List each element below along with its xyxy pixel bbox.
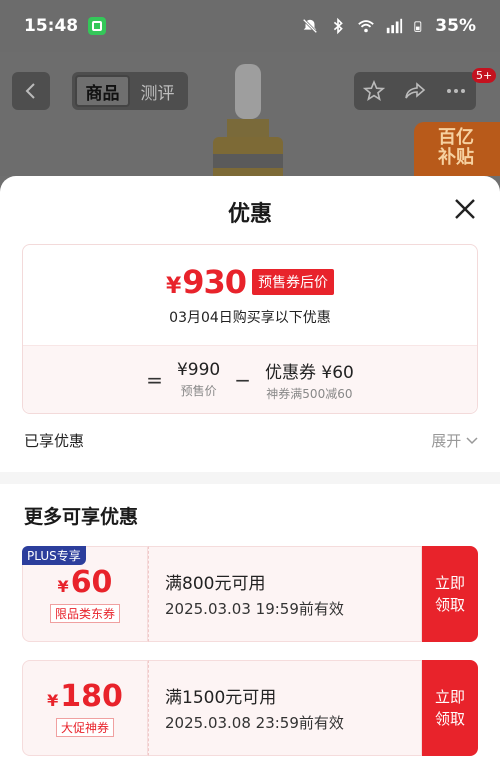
- status-bar: 15:48 35%: [0, 0, 500, 52]
- coupon-card: ¥180 大促神券 满1500元可用 2025.03.08 23:59前有效 立…: [22, 660, 478, 756]
- notification-badge: 5+: [472, 68, 497, 83]
- section-divider: [0, 472, 500, 484]
- app-notification-icon: [88, 17, 107, 35]
- wifi-icon: [358, 20, 375, 33]
- expand-button[interactable]: 展开: [431, 430, 478, 451]
- more-discounts-title: 更多可享优惠: [24, 506, 139, 528]
- header-actions: [354, 72, 476, 110]
- share-icon[interactable]: [404, 80, 426, 102]
- mute-icon: [303, 18, 318, 34]
- battery-level: 35%: [435, 16, 476, 36]
- chevron-down-icon: [466, 437, 478, 445]
- claim-coupon-button[interactable]: 立即 领取: [422, 546, 478, 642]
- tab-review[interactable]: 测评: [130, 75, 185, 107]
- claim-coupon-button[interactable]: 立即 领取: [422, 660, 478, 756]
- coupon-validity: 2025.03.03 19:59前有效: [165, 600, 344, 618]
- tab-product[interactable]: 商品: [75, 75, 130, 107]
- coupon-validity: 2025.03.08 23:59前有效: [165, 714, 344, 732]
- coupon-value: 优惠券 ¥60: [264, 362, 354, 383]
- minus-sign: −: [234, 367, 251, 392]
- status-time: 15:48: [24, 16, 79, 36]
- coupon-type: 大促神券: [55, 718, 114, 737]
- sheet-title: 优惠: [227, 202, 272, 227]
- enjoyed-discounts-label: 已享优惠: [24, 432, 85, 450]
- coupon-amount: ¥180: [47, 679, 123, 714]
- coupon-card: PLUS专享 ¥60 限品类东券 满800元可用 2025.03.03 19:5…: [22, 546, 478, 642]
- final-price: ¥930: [165, 263, 247, 301]
- product-image: [205, 64, 290, 176]
- signal-icon: [387, 18, 403, 34]
- presale-price-label: 预售价: [180, 384, 217, 398]
- bluetooth-icon: [334, 17, 344, 35]
- star-icon[interactable]: [363, 80, 386, 102]
- subsidy-promo-tag: 百亿 补贴: [414, 122, 500, 176]
- coupon-amount: ¥60: [57, 565, 113, 600]
- product-header: 商品 测评 5+ 百亿 补贴: [0, 52, 500, 176]
- plus-exclusive-badge: PLUS专享: [22, 546, 86, 565]
- close-icon[interactable]: [452, 196, 478, 222]
- chevron-left-icon: [25, 83, 35, 99]
- presale-price-tag: 预售券后价: [252, 269, 335, 295]
- equals-sign: =: [146, 367, 163, 392]
- back-button[interactable]: [12, 72, 50, 110]
- coupon-label: 神券满500减60: [266, 386, 353, 401]
- more-icon[interactable]: [445, 80, 467, 102]
- product-tabs: 商品 测评: [72, 72, 188, 110]
- discount-sheet: 优惠 ¥930 预售券后价 03月04日购买享以下优惠 = ¥990 预售价 −…: [0, 176, 500, 784]
- coupon-type: 限品类东券: [49, 604, 120, 623]
- coupon-condition: 满1500元可用: [165, 688, 277, 708]
- presale-price-value: ¥990: [176, 360, 221, 380]
- price-breakdown-card: ¥930 预售券后价 03月04日购买享以下优惠 = ¥990 预售价 − 优惠…: [22, 244, 478, 414]
- coupon-condition: 满800元可用: [165, 574, 266, 594]
- purchase-date-note: 03月04日购买享以下优惠: [169, 310, 331, 326]
- battery-icon: [414, 21, 422, 32]
- price-calculation: = ¥990 预售价 − 优惠券 ¥60 神券满500减60: [23, 345, 477, 413]
